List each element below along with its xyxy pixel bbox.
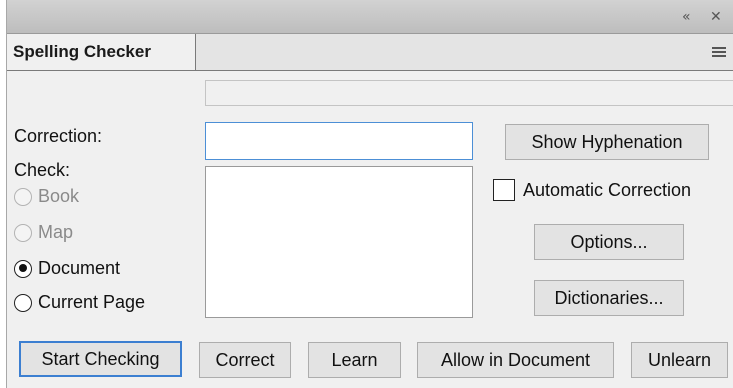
radio-selected-icon [14, 259, 32, 278]
checkbox-icon [493, 179, 515, 201]
allow-in-document-button[interactable]: Allow in Document [417, 342, 614, 378]
collapse-icon[interactable]: « [682, 10, 691, 24]
correction-input[interactable] [205, 122, 473, 160]
tab-spelling-checker[interactable]: Spelling Checker [7, 34, 196, 70]
radio-book[interactable]: Book [14, 186, 79, 207]
radio-current-page[interactable]: Current Page [14, 292, 145, 313]
options-button[interactable]: Options... [534, 224, 684, 260]
unknown-word-field [205, 80, 733, 106]
radio-map-label: Map [38, 222, 74, 242]
automatic-correction-label: Automatic Correction [523, 179, 692, 200]
suggestions-list[interactable] [205, 166, 473, 318]
radio-current-page-label: Current Page [38, 292, 146, 312]
radio-circle-icon [14, 223, 32, 242]
spelling-checker-panel: « ✕ Spelling Checker Correction: Check: … [6, 0, 733, 388]
learn-button[interactable]: Learn [308, 342, 401, 378]
show-hyphenation-button[interactable]: Show Hyphenation [505, 124, 709, 160]
correct-button[interactable]: Correct [199, 342, 291, 378]
start-checking-button[interactable]: Start Checking [19, 341, 182, 377]
check-label: Check: [14, 160, 71, 180]
radio-book-label: Book [38, 186, 80, 206]
close-icon[interactable]: ✕ [710, 10, 722, 24]
radio-circle-icon [14, 293, 32, 312]
panel-menu-icon[interactable] [712, 47, 726, 57]
radio-document-label: Document [38, 258, 121, 278]
radio-circle-icon [14, 187, 32, 206]
panel-titlebar: « ✕ [7, 0, 733, 34]
correction-label: Correction: [14, 126, 103, 146]
radio-document[interactable]: Document [14, 258, 120, 279]
unlearn-button[interactable]: Unlearn [631, 342, 728, 378]
panel-tabstrip: Spelling Checker [7, 34, 733, 71]
radio-map[interactable]: Map [14, 222, 73, 243]
dictionaries-button[interactable]: Dictionaries... [534, 280, 684, 316]
automatic-correction-checkbox[interactable]: Automatic Correction [493, 179, 691, 201]
